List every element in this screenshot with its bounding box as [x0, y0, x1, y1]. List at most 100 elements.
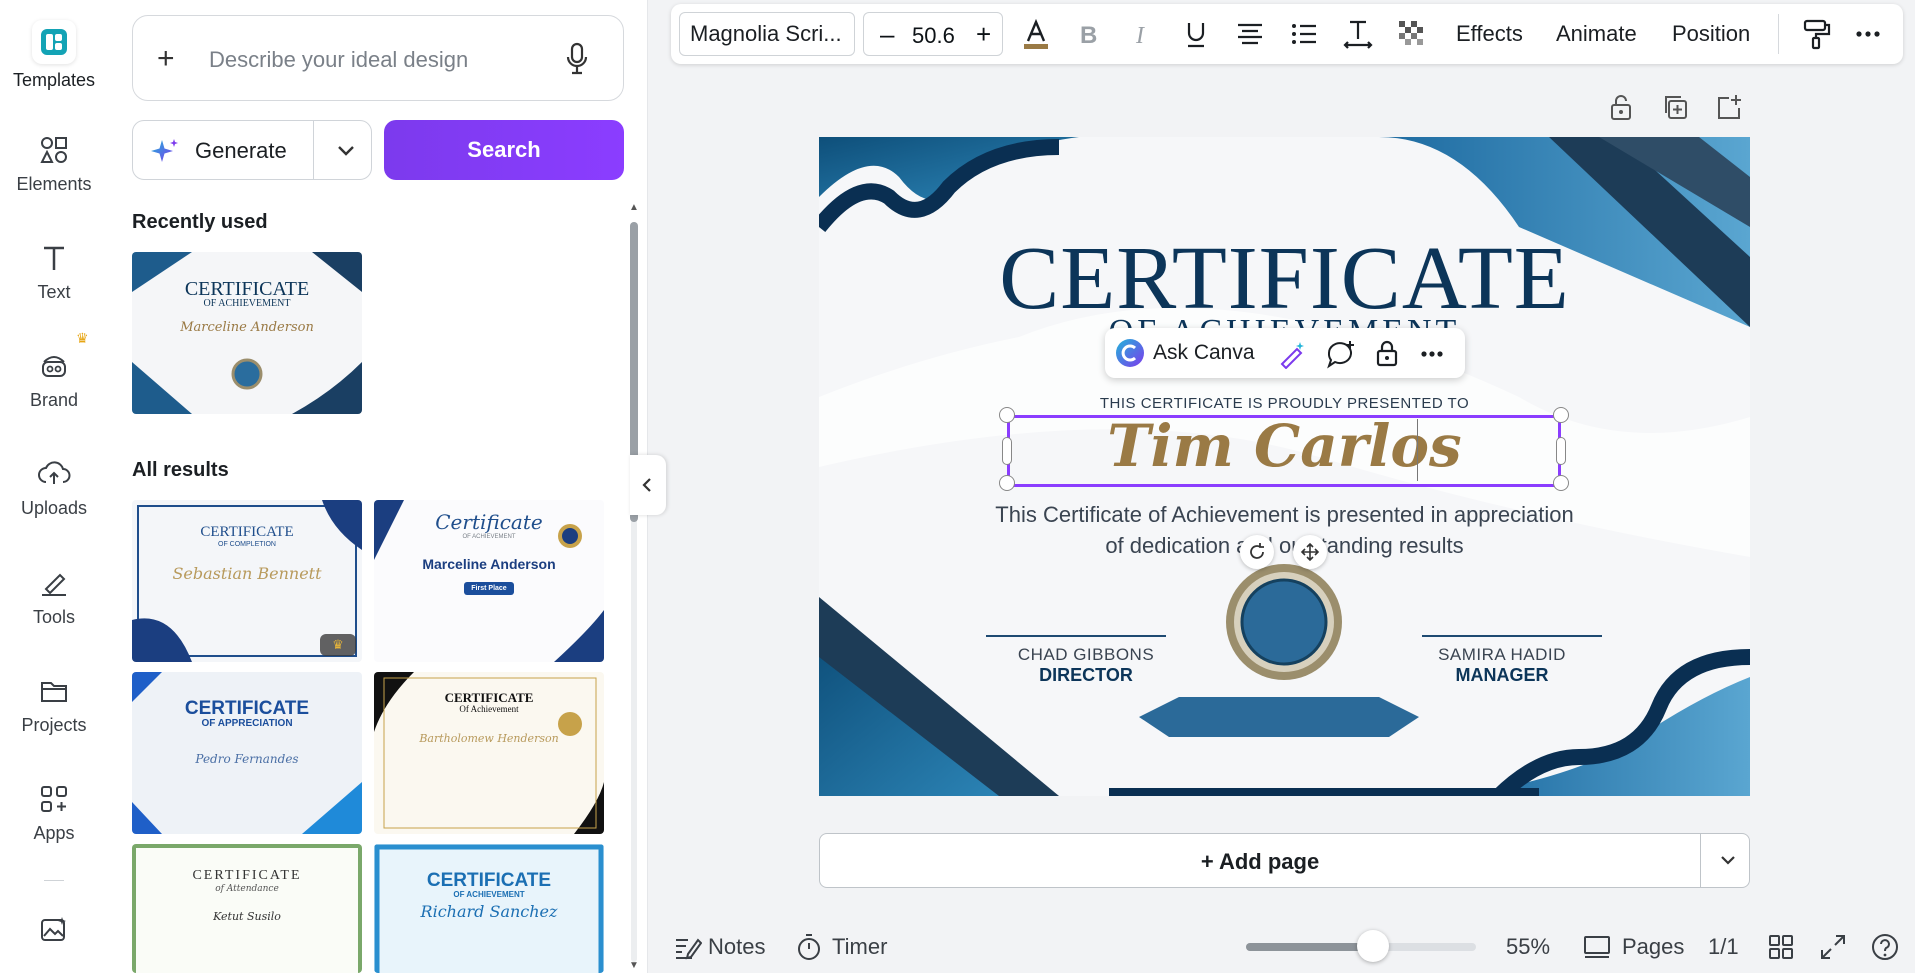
result-template-thumbnail[interactable]: CERTIFICATE OF ACHIEVEMENT Richard Sanch…: [374, 844, 604, 973]
plus-icon[interactable]: +: [157, 44, 175, 74]
result-template-thumbnail[interactable]: CERTIFICATE OF COMPLETION Sebastian Benn…: [132, 500, 362, 662]
rail-item-text[interactable]: Text: [0, 240, 108, 303]
resize-handle[interactable]: [1553, 407, 1569, 423]
rail-label-uploads: Uploads: [20, 498, 88, 518]
notes-icon[interactable]: [672, 932, 702, 962]
add-page-button[interactable]: + Add page: [820, 849, 1700, 875]
zoom-level[interactable]: 55%: [1506, 934, 1550, 960]
rail-item-elements[interactable]: Elements: [0, 132, 108, 195]
pages-button[interactable]: Pages: [1622, 934, 1684, 960]
effects-button[interactable]: Effects: [1456, 21, 1523, 47]
lock-icon[interactable]: [1373, 338, 1401, 368]
notes-button[interactable]: Notes: [708, 934, 765, 960]
font-size-value[interactable]: 50.6: [912, 23, 955, 49]
fullscreen-icon[interactable]: [1818, 932, 1848, 962]
recent-thumb-name: Marceline Anderson: [180, 320, 314, 335]
rail-divider: [44, 880, 64, 881]
resize-handle[interactable]: [1002, 437, 1012, 465]
result-template-thumbnail[interactable]: CERTIFICATE Of Achievement Bartholomew H…: [374, 672, 604, 834]
tools-icon: [42, 573, 66, 596]
generate-divider: [313, 121, 314, 179]
rail-item-tools[interactable]: Tools: [0, 565, 108, 628]
transparency-icon[interactable]: [1395, 17, 1429, 51]
svg-text:B: B: [1080, 22, 1097, 49]
resize-handle[interactable]: [1553, 475, 1569, 491]
chevron-down-icon[interactable]: [1716, 848, 1740, 872]
chevron-down-icon[interactable]: [331, 135, 361, 165]
certificate-body-line: This Certificate of Achievement is prese…: [995, 502, 1574, 527]
add-comment-icon[interactable]: [1325, 339, 1357, 369]
paint-format-icon[interactable]: [1799, 17, 1833, 51]
grid-view-icon[interactable]: [1766, 932, 1796, 962]
add-page-icon[interactable]: [1714, 92, 1744, 122]
rail-item-templates[interactable]: Templates: [0, 20, 108, 91]
resize-handle[interactable]: [999, 407, 1015, 423]
zoom-slider-fill: [1246, 943, 1373, 951]
italic-icon[interactable]: I: [1125, 17, 1159, 51]
help-icon[interactable]: [1870, 932, 1900, 962]
recent-template-thumbnail[interactable]: CERTIFICATE OF ACHIEVEMENT Marceline And…: [132, 252, 362, 414]
rail-item-brand[interactable]: Brand: [0, 348, 108, 411]
apps-icon: [41, 786, 67, 812]
lock-icon[interactable]: [1606, 92, 1636, 122]
timer-icon[interactable]: [794, 932, 824, 962]
result-template-thumbnail[interactable]: CERTIFICATE OF APPRECIATION Pedro Fernan…: [132, 672, 362, 834]
duplicate-page-icon[interactable]: [1660, 92, 1690, 122]
rail-item-uploads[interactable]: Uploads: [0, 456, 108, 519]
crown-icon: ♛: [320, 634, 356, 656]
ask-canva-toolbar: Ask Canva: [1105, 328, 1465, 378]
recent-thumb-subtitle: OF ACHIEVEMENT: [203, 298, 291, 309]
align-center-icon[interactable]: [1233, 17, 1267, 51]
rail-item-projects[interactable]: Projects: [0, 673, 108, 736]
underline-icon[interactable]: [1179, 17, 1213, 51]
rotate-handle[interactable]: [1240, 535, 1274, 569]
decrease-size-button[interactable]: –: [880, 19, 894, 50]
font-selector[interactable]: Magnolia Scri...: [679, 12, 855, 56]
scroll-down-icon[interactable]: ▼: [629, 960, 639, 971]
increase-size-button[interactable]: +: [976, 19, 991, 50]
signature-block-right[interactable]: SAMIRA HADID MANAGER: [1402, 635, 1602, 686]
more-options-icon[interactable]: [1851, 17, 1885, 51]
result-template-thumbnail[interactable]: Certificate OF ACHIEVEMENT Marceline And…: [374, 500, 604, 662]
resize-handle[interactable]: [1556, 437, 1566, 465]
text-selection-box[interactable]: [1007, 415, 1561, 487]
move-handle[interactable]: [1293, 535, 1327, 569]
page-count[interactable]: 1/1: [1708, 934, 1739, 960]
signature-block-left[interactable]: CHAD GIBBONS DIRECTOR: [986, 635, 1186, 686]
svg-text:I: I: [1135, 23, 1145, 49]
more-options-icon[interactable]: [1417, 339, 1447, 369]
bold-icon[interactable]: B: [1071, 17, 1105, 51]
collapse-panel-button[interactable]: [630, 455, 666, 515]
generate-button[interactable]: Generate: [132, 120, 372, 180]
pages-icon[interactable]: [1582, 932, 1612, 962]
toolbar-divider: [1778, 14, 1779, 54]
position-button[interactable]: Position: [1672, 21, 1750, 47]
image-edit-icon[interactable]: [38, 914, 70, 946]
bottom-bar: Notes Timer 55% Pages 1/1: [648, 920, 1915, 973]
timer-button[interactable]: Timer: [832, 934, 887, 960]
resize-handle[interactable]: [999, 475, 1015, 491]
ask-canva-button[interactable]: Ask Canva: [1153, 341, 1255, 365]
panel-scrollbar[interactable]: ▲ ▼: [628, 202, 639, 971]
scroll-up-icon[interactable]: ▲: [629, 202, 639, 213]
microphone-icon[interactable]: [565, 42, 589, 76]
rail-item-apps[interactable]: Apps: [0, 781, 108, 844]
certificate-body[interactable]: This Certificate of Achievement is prese…: [819, 499, 1750, 561]
rail-label-apps: Apps: [33, 823, 75, 843]
bullet-list-icon[interactable]: [1287, 17, 1321, 51]
certificate-body-line: of dedication and outstanding results: [1105, 533, 1464, 558]
search-button[interactable]: Search: [384, 120, 624, 180]
magic-write-icon[interactable]: [1277, 339, 1307, 369]
result-template-thumbnail[interactable]: CERTIFICATE of Attendance Ketut Susilo: [132, 844, 362, 973]
recently-used-heading: Recently used: [132, 211, 268, 233]
result-title: CERTIFICATE: [184, 698, 310, 719]
presented-to-text[interactable]: THIS CERTIFICATE IS PROUDLY PRESENTED TO: [819, 395, 1750, 412]
letter-spacing-icon[interactable]: [1341, 17, 1375, 51]
design-prompt-input[interactable]: + Describe your ideal design: [132, 15, 624, 101]
result-title: Certificate: [435, 510, 543, 534]
result-name: Richard Sanchez: [420, 902, 558, 921]
text-color-icon[interactable]: [1019, 17, 1053, 51]
animate-button[interactable]: Animate: [1556, 21, 1637, 47]
result-subtitle: OF APPRECIATION: [201, 718, 293, 729]
zoom-slider-knob[interactable]: [1356, 930, 1389, 962]
